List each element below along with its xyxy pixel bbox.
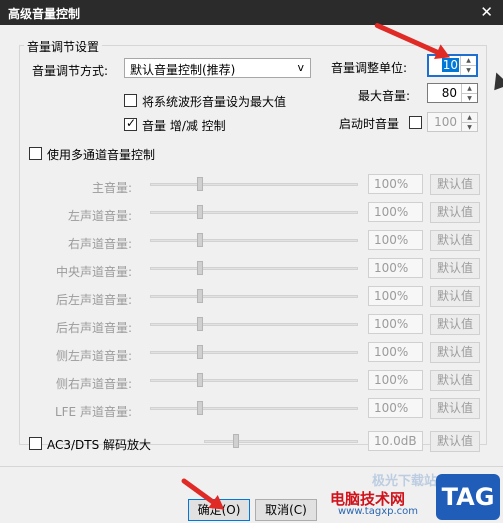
ac3-checkbox[interactable] <box>29 437 42 450</box>
channel-value: 100% <box>368 258 423 278</box>
watermark-text: 极光下载站 <box>372 474 438 489</box>
slider-thumb[interactable] <box>233 434 239 448</box>
slider-thumb[interactable] <box>197 233 203 247</box>
waveform-max-label: 将系统波形音量设为最大值 <box>142 95 287 109</box>
channel-label: 主音量: <box>91 181 132 195</box>
chevron-down-icon: v <box>297 61 304 74</box>
max-volume-value: 80 <box>441 86 457 100</box>
channel-slider[interactable] <box>150 373 358 387</box>
adjust-mode-value: 默认音量控制(推荐) <box>130 63 236 77</box>
ac3-default-button[interactable]: 默认值 <box>430 431 480 452</box>
startup-volume-value: 100 <box>434 115 457 129</box>
channel-label: 后右声道音量: <box>55 321 132 335</box>
spin-down-icon: ▼ <box>462 122 477 131</box>
channel-label: LFE 声道音量: <box>54 405 132 419</box>
volume-keys-checkbox[interactable]: ✓ <box>124 116 137 131</box>
watermark-logo: TAG <box>436 474 500 520</box>
channel-slider[interactable] <box>150 345 358 359</box>
channel-value: 100% <box>368 370 423 390</box>
max-volume-label: 最大音量: <box>358 89 411 103</box>
spin-down-icon[interactable]: ▼ <box>461 65 476 74</box>
channel-default-button[interactable]: 默认值 <box>430 314 480 335</box>
channel-default-button[interactable]: 默认值 <box>430 286 480 307</box>
adjust-unit-label: 音量调整单位: <box>331 61 408 75</box>
channel-label: 左声道音量: <box>67 209 132 223</box>
spin-up-icon: ▲ <box>467 114 472 121</box>
spin-down-icon[interactable]: ▼ <box>462 93 477 102</box>
spin-up-icon[interactable]: ▲ <box>462 84 477 93</box>
slider-thumb[interactable] <box>197 261 203 275</box>
startup-volume-checkbox[interactable] <box>409 116 422 129</box>
channel-default-button[interactable]: 默认值 <box>430 174 480 195</box>
slider-thumb[interactable] <box>197 373 203 387</box>
titlebar: 高级音量控制 ✕ <box>0 0 503 25</box>
channel-value: 100% <box>368 342 423 362</box>
channel-value: 100% <box>368 174 423 194</box>
divider <box>0 466 503 467</box>
channel-value: 100% <box>368 398 423 418</box>
channel-default-button[interactable]: 默认值 <box>430 398 480 419</box>
channel-slider[interactable] <box>150 233 358 247</box>
slider-thumb[interactable] <box>197 205 203 219</box>
channel-slider[interactable] <box>150 289 358 303</box>
multichannel-checkbox[interactable] <box>29 147 42 160</box>
channel-label: 后左声道音量: <box>55 293 132 307</box>
close-icon[interactable]: ✕ <box>480 3 493 21</box>
startup-volume-spinner: 100 ▲ ▼ <box>427 112 478 132</box>
adjust-mode-select[interactable]: 默认音量控制(推荐) v <box>124 58 311 78</box>
channel-value: 100% <box>368 286 423 306</box>
channel-slider[interactable] <box>150 177 358 191</box>
channel-default-button[interactable]: 默认值 <box>430 202 480 223</box>
channel-default-button[interactable]: 默认值 <box>430 230 480 251</box>
multichannel-label: 使用多通道音量控制 <box>47 148 156 162</box>
channel-label: 侧右声道音量: <box>55 377 132 391</box>
check-icon: ✓ <box>126 116 137 130</box>
channel-value: 100% <box>368 202 423 222</box>
channel-value: 100% <box>368 230 423 250</box>
cancel-button[interactable]: 取消(C) <box>255 499 317 521</box>
channel-value: 100% <box>368 314 423 334</box>
slider-thumb[interactable] <box>197 317 203 331</box>
channel-default-button[interactable]: 默认值 <box>430 342 480 363</box>
slider-thumb[interactable] <box>197 345 203 359</box>
adjust-mode-label: 音量调节方式: <box>32 64 109 78</box>
group-legend: 音量调节设置 <box>24 38 103 55</box>
max-volume-spinner[interactable]: 80 ▲ ▼ <box>427 83 478 103</box>
channel-label: 侧左声道音量: <box>55 349 132 363</box>
slider-thumb[interactable] <box>197 177 203 191</box>
channel-label: 右声道音量: <box>67 237 132 251</box>
watermark-url: www.tagxp.com <box>338 506 418 517</box>
volume-keys-label: 音量 增/减 控制 <box>142 119 226 133</box>
mouse-cursor-icon <box>488 69 503 91</box>
ac3-value: 10.0dB <box>368 431 423 451</box>
channel-default-button[interactable]: 默认值 <box>430 370 480 391</box>
startup-volume-label: 启动时音量 <box>339 117 400 131</box>
dialog-body: 音量调节设置 音量调节方式: 默认音量控制(推荐) v 将系统波形音量设为最大值… <box>0 22 503 523</box>
ac3-label: AC3/DTS 解码放大 <box>47 438 152 452</box>
channel-slider[interactable] <box>150 261 358 275</box>
window-title: 高级音量控制 <box>8 7 81 21</box>
ac3-slider[interactable] <box>204 434 358 448</box>
channel-label: 中央声道音量: <box>55 265 132 279</box>
slider-thumb[interactable] <box>197 401 203 415</box>
spin-up-icon[interactable]: ▲ <box>461 56 476 65</box>
channel-slider[interactable] <box>150 401 358 415</box>
channel-slider[interactable] <box>150 205 358 219</box>
channel-default-button[interactable]: 默认值 <box>430 258 480 279</box>
slider-thumb[interactable] <box>197 289 203 303</box>
channel-slider[interactable] <box>150 317 358 331</box>
waveform-max-checkbox[interactable] <box>124 94 137 107</box>
